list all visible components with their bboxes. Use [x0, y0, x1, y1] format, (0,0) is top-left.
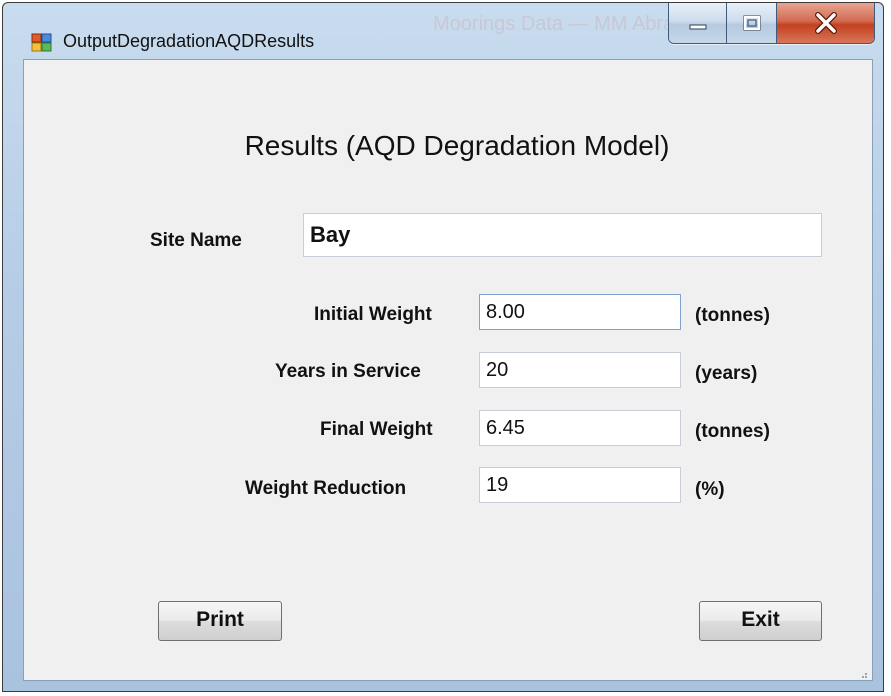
minimize-icon [689, 24, 706, 30]
site-name-value: Bay [310, 222, 351, 247]
years-in-service-unit: (years) [695, 363, 758, 384]
final-weight-field[interactable]: 6.45 [479, 410, 681, 446]
weight-reduction-field[interactable]: 19 [479, 467, 681, 503]
initial-weight-field[interactable]: 8.00 [479, 294, 681, 330]
weight-reduction-unit: (%) [695, 479, 725, 500]
resize-grip-icon[interactable] [858, 666, 868, 678]
close-button[interactable] [777, 3, 874, 43]
final-weight-label: Final Weight [320, 419, 433, 440]
final-weight-value: 6.45 [486, 416, 525, 439]
title-bar[interactable]: Moorings Data — MM Abrasion Data OutputD… [3, 3, 883, 53]
caption-buttons [668, 3, 875, 44]
initial-weight-value: 8.00 [486, 300, 525, 323]
exit-button[interactable]: Exit [699, 601, 822, 641]
maximize-icon [743, 15, 760, 31]
weight-reduction-label: Weight Reduction [245, 478, 407, 499]
initial-weight-unit: (tonnes) [695, 305, 770, 326]
site-name-label: Site Name [150, 230, 242, 251]
app-icon[interactable] [31, 33, 53, 53]
page-title: Results (AQD Degradation Model) [244, 130, 670, 161]
window-title: OutputDegradationAQDResults [63, 31, 315, 51]
close-icon [814, 12, 837, 34]
weight-reduction-value: 19 [486, 473, 509, 496]
years-in-service-label: Years in Service [275, 361, 421, 382]
years-in-service-value: 20 [486, 358, 509, 381]
years-in-service-field[interactable]: 20 [479, 352, 681, 388]
app-window: Moorings Data — MM Abrasion Data OutputD… [2, 2, 884, 692]
print-button[interactable]: Print [158, 601, 282, 641]
maximize-button[interactable] [727, 3, 777, 43]
final-weight-unit: (tonnes) [695, 421, 770, 442]
initial-weight-label: Initial Weight [314, 304, 432, 325]
site-name-field[interactable]: Bay [303, 213, 822, 257]
minimize-button[interactable] [669, 3, 727, 43]
form-client-area: Results (AQD Degradation Model) Site Nam… [23, 59, 873, 681]
